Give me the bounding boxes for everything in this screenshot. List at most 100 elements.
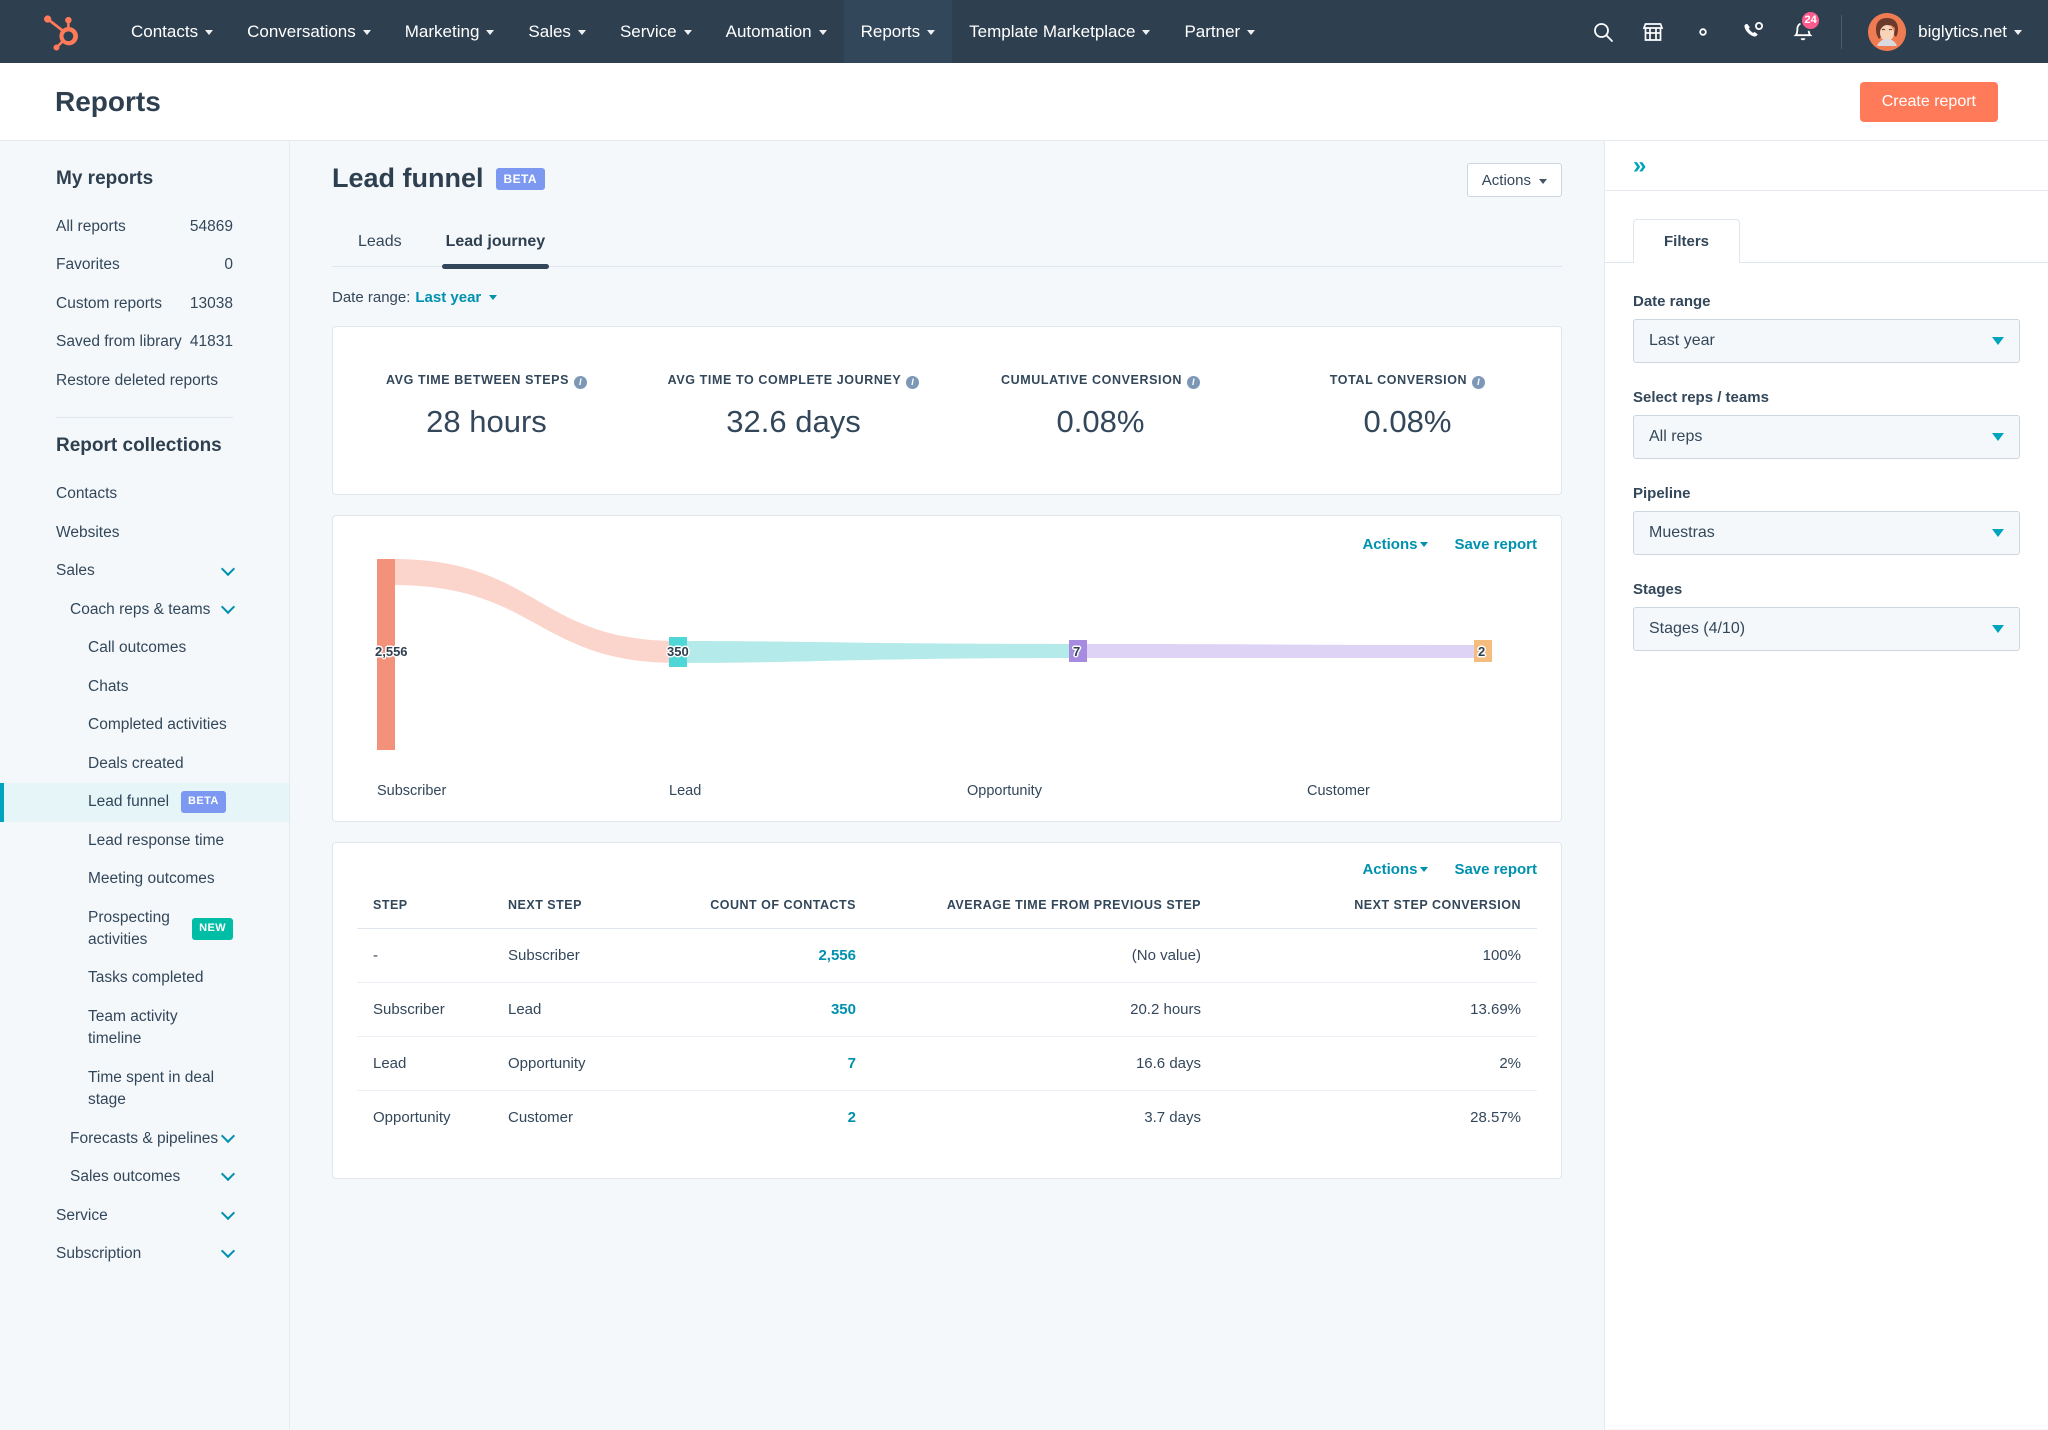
reps-teams-select[interactable]: All reps	[1633, 415, 2020, 459]
sidebar-item-tasks-completed[interactable]: Tasks completed	[0, 959, 289, 997]
sidebar-item-websites[interactable]: Websites	[0, 514, 289, 552]
chevron-down-icon	[1992, 337, 2004, 345]
sidebar-item-contacts[interactable]: Contacts	[0, 475, 289, 513]
page-layout: My reports All reports 54869 Favorites 0…	[0, 141, 2048, 1429]
sidebar-item-prospecting-activities[interactable]: Prospecting activities NEW	[0, 899, 289, 960]
chart-actions-button[interactable]: Actions	[1362, 536, 1429, 553]
nav-item-reports[interactable]: Reports	[843, 0, 953, 63]
nav-item-conversations[interactable]: Conversations	[230, 0, 388, 63]
chevron-down-icon	[1992, 433, 2004, 441]
search-icon[interactable]	[1591, 20, 1615, 44]
nav-item-label: Template Marketplace	[969, 21, 1136, 41]
sidebar-item-count: 54869	[189, 218, 233, 235]
cell-step: Lead	[357, 1036, 492, 1091]
nav-item-service[interactable]: Service	[603, 0, 709, 63]
kpi-label: TOTAL CONVERSION i	[1268, 371, 1547, 390]
notifications-icon[interactable]: 24	[1791, 9, 1822, 44]
sidebar-item-team-activity-timeline[interactable]: Team activity timeline	[0, 998, 289, 1059]
date-range-value[interactable]: Last year	[415, 289, 481, 306]
sidebar-item-coach-reps-teams[interactable]: Coach reps & teams	[0, 591, 289, 629]
sidebar-item-chats[interactable]: Chats	[0, 668, 289, 706]
sidebar-item-subscription[interactable]: Subscription	[0, 1235, 289, 1273]
sidebar-item-forecasts-pipelines[interactable]: Forecasts & pipelines	[0, 1120, 289, 1158]
main-nav-items: Contacts Conversations Marketing Sales S…	[114, 0, 1272, 63]
column-header-next-step[interactable]: NEXT STEP	[492, 887, 657, 929]
cell-count-of-contacts[interactable]: 2,556	[657, 928, 872, 983]
sidebar-item-service[interactable]: Service	[0, 1197, 289, 1235]
report-actions-button[interactable]: Actions	[1466, 163, 1562, 197]
cell-count-of-contacts[interactable]: 2	[657, 1090, 872, 1144]
tab-leads[interactable]: Leads	[354, 225, 406, 266]
kpi-label: AVG TIME TO COMPLETE JOURNEY i	[654, 371, 933, 390]
column-header-step[interactable]: STEP	[357, 887, 492, 929]
tab-filters[interactable]: Filters	[1633, 219, 1741, 263]
sankey-stage-label-opportunity: Opportunity	[967, 782, 1042, 799]
column-header-next-step-conversion[interactable]: NEXT STEP CONVERSION	[1217, 887, 1537, 929]
kpi-label-text: TOTAL CONVERSION	[1329, 373, 1468, 387]
sidebar-item-saved-from-library[interactable]: Saved from library 41831	[0, 323, 289, 361]
nav-item-partner[interactable]: Partner	[1167, 0, 1272, 63]
sidebar-item-label: Completed activities	[88, 716, 227, 734]
table-save-report-button[interactable]: Save report	[1454, 861, 1537, 878]
beta-badge: BETA	[495, 167, 545, 190]
sidebar-item-lead-response-time[interactable]: Lead response time	[0, 822, 289, 860]
sidebar-item-label: Saved from library	[56, 333, 182, 351]
nav-item-contacts[interactable]: Contacts	[114, 0, 230, 63]
nav-item-template-marketplace[interactable]: Template Marketplace	[952, 0, 1167, 63]
date-range-select[interactable]: Last year	[1633, 319, 2020, 363]
beta-badge: BETA	[181, 791, 226, 814]
account-menu[interactable]: biglytics.net	[1868, 12, 2022, 51]
sidebar-item-meeting-outcomes[interactable]: Meeting outcomes	[0, 860, 289, 898]
filters-panel: » Filters Date range Last year Select re…	[1604, 141, 2048, 1429]
nav-item-sales[interactable]: Sales	[511, 0, 603, 63]
sidebar-item-sales-outcomes[interactable]: Sales outcomes	[0, 1158, 289, 1196]
sidebar-item-label: Subscription	[56, 1245, 142, 1263]
tab-lead-journey[interactable]: Lead journey	[441, 225, 550, 269]
nav-item-label: Sales	[528, 21, 571, 41]
nav-item-label: Marketing	[404, 21, 480, 41]
nav-item-automation[interactable]: Automation	[709, 0, 844, 63]
phone-icon[interactable]	[1741, 20, 1765, 44]
sidebar-item-label: Meeting outcomes	[88, 870, 215, 888]
sidebar-item-lead-funnel[interactable]: Lead funnel BETA	[0, 783, 289, 822]
sidebar-item-favorites[interactable]: Favorites 0	[0, 246, 289, 284]
hubspot-sprocket-logo[interactable]	[42, 12, 84, 52]
sidebar-item-time-spent-in-deal-stage[interactable]: Time spent in deal stage	[0, 1059, 289, 1120]
info-icon[interactable]: i	[1472, 376, 1486, 390]
table-row: Subscriber Lead 350 20.2 hours 13.69%	[357, 982, 1537, 1037]
kpi-value: 32.6 days	[726, 403, 861, 439]
stages-select[interactable]: Stages (4/10)	[1633, 607, 2020, 651]
cell-count-of-contacts[interactable]: 7	[657, 1036, 872, 1091]
nav-item-marketing[interactable]: Marketing	[388, 0, 512, 63]
sidebar-item-sales[interactable]: Sales	[0, 552, 289, 590]
cell-count-of-contacts[interactable]: 350	[657, 982, 872, 1037]
sidebar-item-completed-activities[interactable]: Completed activities	[0, 706, 289, 744]
sidebar-item-label: Contacts	[56, 485, 118, 503]
chevron-down-icon	[220, 1128, 236, 1144]
gear-icon[interactable]	[1691, 20, 1715, 44]
sidebar-item-custom-reports[interactable]: Custom reports 13038	[0, 285, 289, 323]
column-header-count-of-contacts[interactable]: COUNT OF CONTACTS	[657, 887, 872, 929]
column-header-average-time[interactable]: AVERAGE TIME FROM PREVIOUS STEP	[872, 887, 1217, 929]
info-icon[interactable]: i	[574, 376, 588, 390]
marketplace-icon[interactable]	[1641, 20, 1665, 44]
sidebar-item-label: Lead funnel	[88, 793, 170, 811]
chevron-down-icon	[205, 30, 214, 35]
table-actions-button[interactable]: Actions	[1362, 861, 1429, 878]
reps-teams-select-value: All reps	[1649, 428, 1703, 445]
filters-panel-header: »	[1605, 141, 2048, 191]
sidebar-item-deals-created[interactable]: Deals created	[0, 745, 289, 783]
pipeline-select[interactable]: Muestras	[1633, 511, 2020, 555]
chart-save-report-button[interactable]: Save report	[1454, 536, 1537, 553]
create-report-button[interactable]: Create report	[1859, 81, 1998, 122]
sidebar-item-label: Favorites	[56, 256, 120, 274]
date-range-prefix: Date range:	[332, 289, 411, 306]
sidebar-item-restore-deleted-reports[interactable]: Restore deleted reports	[0, 362, 289, 400]
avatar	[1868, 12, 1907, 51]
chevron-double-right-icon[interactable]: »	[1633, 153, 1646, 178]
sidebar-item-all-reports[interactable]: All reports 54869	[0, 208, 289, 246]
chevron-down-icon	[2014, 30, 2022, 35]
sidebar-item-call-outcomes[interactable]: Call outcomes	[0, 629, 289, 667]
info-icon[interactable]: i	[906, 376, 920, 390]
info-icon[interactable]: i	[1187, 376, 1201, 390]
